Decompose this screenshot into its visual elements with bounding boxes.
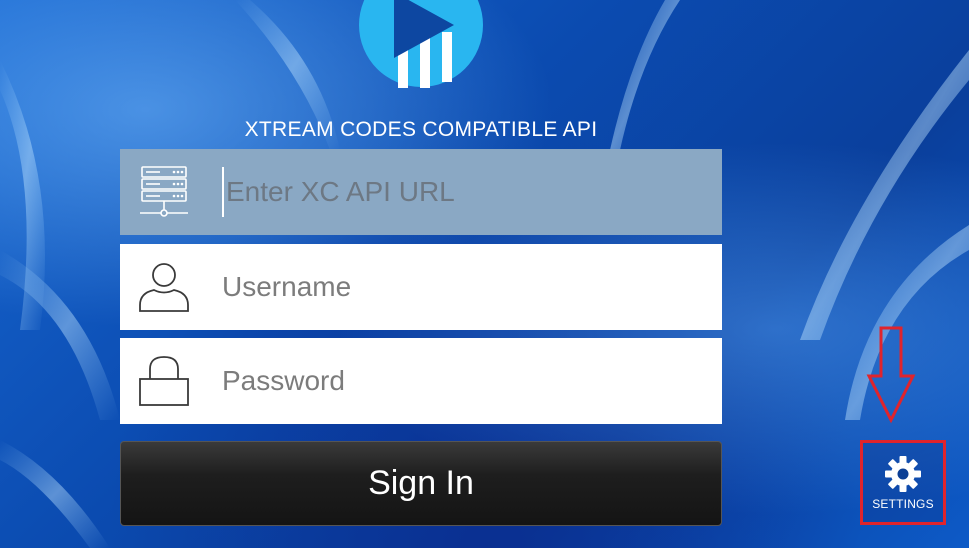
gear-icon: [885, 455, 921, 492]
password-input[interactable]: [208, 356, 702, 406]
url-input[interactable]: [222, 167, 696, 217]
password-field[interactable]: [120, 338, 722, 424]
username-field[interactable]: [120, 244, 722, 330]
user-icon: [120, 244, 208, 330]
settings-label: SETTINGS: [872, 496, 934, 511]
sign-in-button[interactable]: Sign In: [120, 441, 722, 526]
url-field[interactable]: [120, 149, 722, 235]
settings-button[interactable]: SETTINGS: [860, 440, 946, 525]
lock-icon: [120, 338, 208, 424]
arrow-down-icon: [866, 326, 916, 424]
play-logo-icon: [359, 0, 483, 88]
server-icon: [120, 149, 208, 235]
api-title: XTREAM CODES COMPATIBLE API: [244, 118, 598, 141]
username-input[interactable]: [208, 262, 702, 312]
